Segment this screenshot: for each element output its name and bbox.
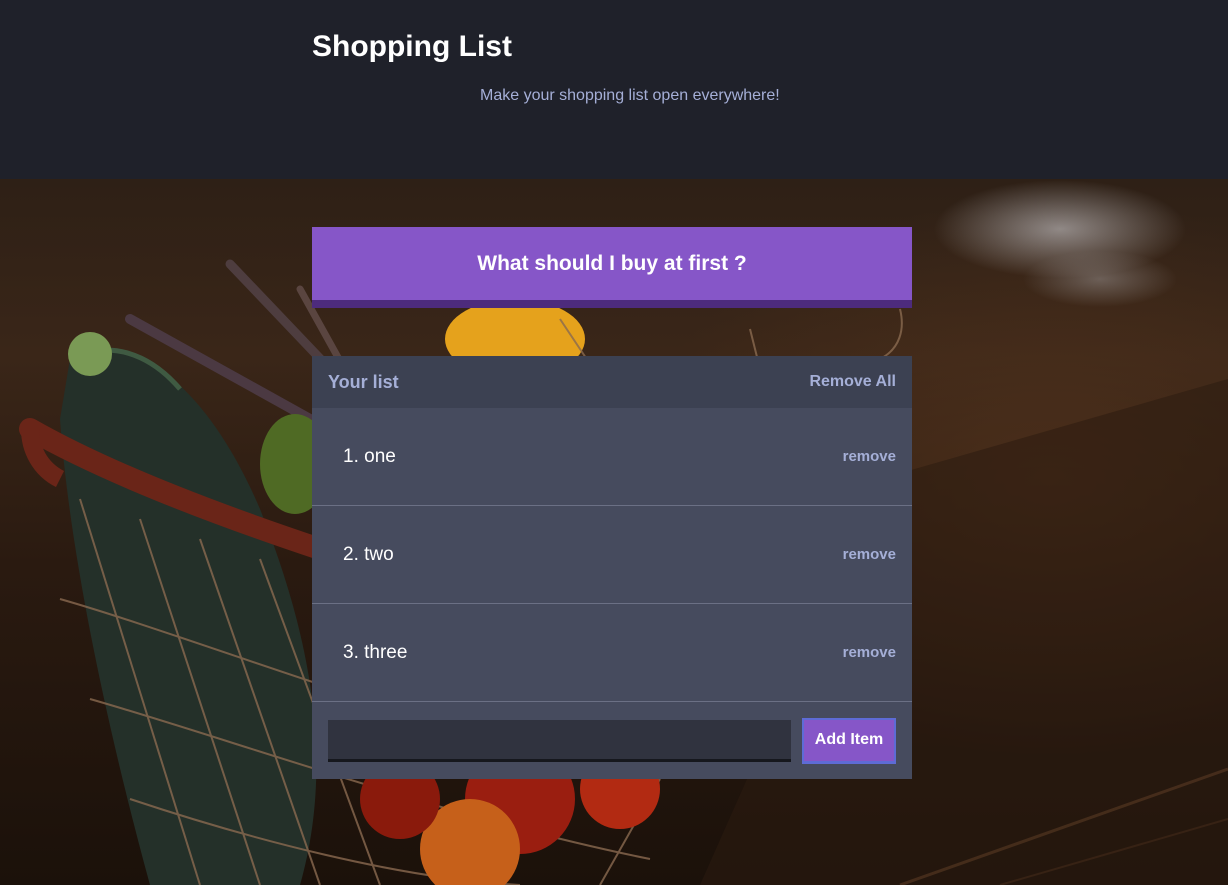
list-panel: Your list Remove All 1. one remove 2. tw… [312, 356, 912, 779]
list-item-text: 2. two [343, 543, 394, 565]
remove-all-button[interactable]: Remove All [809, 373, 896, 391]
remove-item-button[interactable]: remove [843, 448, 896, 465]
list-item-text: 1. one [343, 445, 396, 467]
add-item-button[interactable]: Add Item [802, 717, 896, 764]
list-item: 2. two remove [312, 506, 912, 604]
list-item-text: 3. three [343, 641, 408, 663]
add-item-input[interactable] [328, 719, 791, 762]
list-item: 3. three remove [312, 604, 912, 702]
prompt-text: What should I buy at first ? [477, 251, 747, 275]
app-title: Shopping List [312, 30, 512, 63]
list-item: 1. one remove [312, 408, 912, 506]
prompt-banner: What should I buy at first ? [312, 227, 912, 308]
list-header: Your list Remove All [312, 356, 912, 408]
remove-item-button[interactable]: remove [843, 546, 896, 563]
app-header: Shopping List Make your shopping list op… [0, 0, 1228, 179]
app-subtitle: Make your shopping list open everywhere! [480, 87, 780, 104]
list-title: Your list [328, 371, 399, 392]
remove-item-button[interactable]: remove [843, 644, 896, 661]
card-gap [312, 308, 912, 356]
add-item-form: Add Item [312, 702, 912, 779]
shopping-card: What should I buy at first ? Your list R… [312, 227, 912, 779]
